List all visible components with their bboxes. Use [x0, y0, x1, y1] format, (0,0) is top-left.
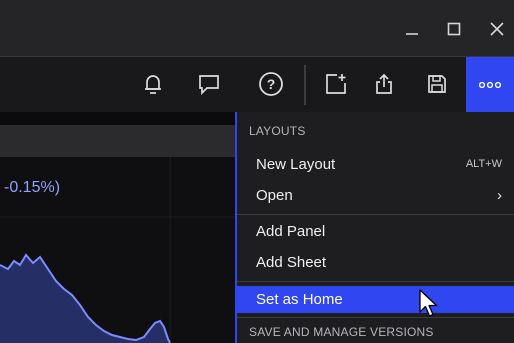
toolbar: ? — [0, 57, 514, 112]
new-panel-button[interactable] — [317, 65, 355, 103]
price-change-text: -0.15%) — [4, 179, 61, 196]
share-button[interactable] — [365, 65, 403, 103]
menu-divider — [237, 214, 514, 215]
help-button[interactable]: ? — [252, 65, 290, 103]
chat-button[interactable] — [190, 65, 228, 103]
save-icon — [428, 75, 446, 93]
chevron-right-icon: › — [497, 187, 502, 204]
more-options-menu: LAYOUTS New Layout ALT+W Open › Add Pane… — [235, 112, 514, 343]
menu-item-label: Open — [256, 187, 293, 204]
menu-item-label: Add Sheet — [256, 254, 327, 271]
save-button[interactable] — [418, 65, 456, 103]
more-options-button[interactable] — [466, 57, 514, 112]
menu-item-add-sheet[interactable]: Add Sheet — [237, 250, 514, 276]
menu-divider — [237, 281, 514, 282]
close-icon — [490, 22, 504, 36]
title-bar — [0, 0, 514, 57]
menu-item-label: New Layout — [256, 156, 336, 173]
help-icon: ? — [259, 72, 283, 96]
more-icon — [479, 81, 501, 88]
menu-item-label: Add Panel — [256, 223, 326, 240]
menu-item-shortcut: ALT+W — [465, 158, 502, 170]
chat-icon — [199, 75, 219, 96]
maximize-icon — [447, 22, 461, 36]
menu-item-new-layout[interactable]: New Layout ALT+W — [237, 152, 514, 178]
menu-item-add-panel[interactable]: Add Panel — [237, 219, 514, 245]
toolbar-divider — [304, 65, 306, 105]
menu-section-layouts: LAYOUTS — [249, 124, 306, 138]
menu-item-label: Set as Home — [256, 291, 343, 308]
new-panel-icon — [326, 74, 346, 94]
maximize-button[interactable] — [439, 16, 469, 42]
notifications-button[interactable] — [134, 65, 172, 103]
close-button[interactable] — [482, 16, 512, 42]
bell-icon — [145, 75, 161, 94]
panel-header — [0, 125, 236, 157]
svg-text:?: ? — [267, 76, 276, 92]
menu-divider — [237, 317, 514, 318]
minimize-button[interactable] — [397, 16, 427, 42]
minimize-icon — [406, 33, 418, 35]
share-icon — [376, 73, 392, 94]
menu-section-versions: SAVE AND MANAGE VERSIONS — [249, 325, 434, 339]
menu-item-open[interactable]: Open › — [237, 183, 514, 209]
cursor-icon — [419, 289, 438, 317]
menu-item-set-as-home[interactable]: Set as Home — [237, 286, 514, 313]
